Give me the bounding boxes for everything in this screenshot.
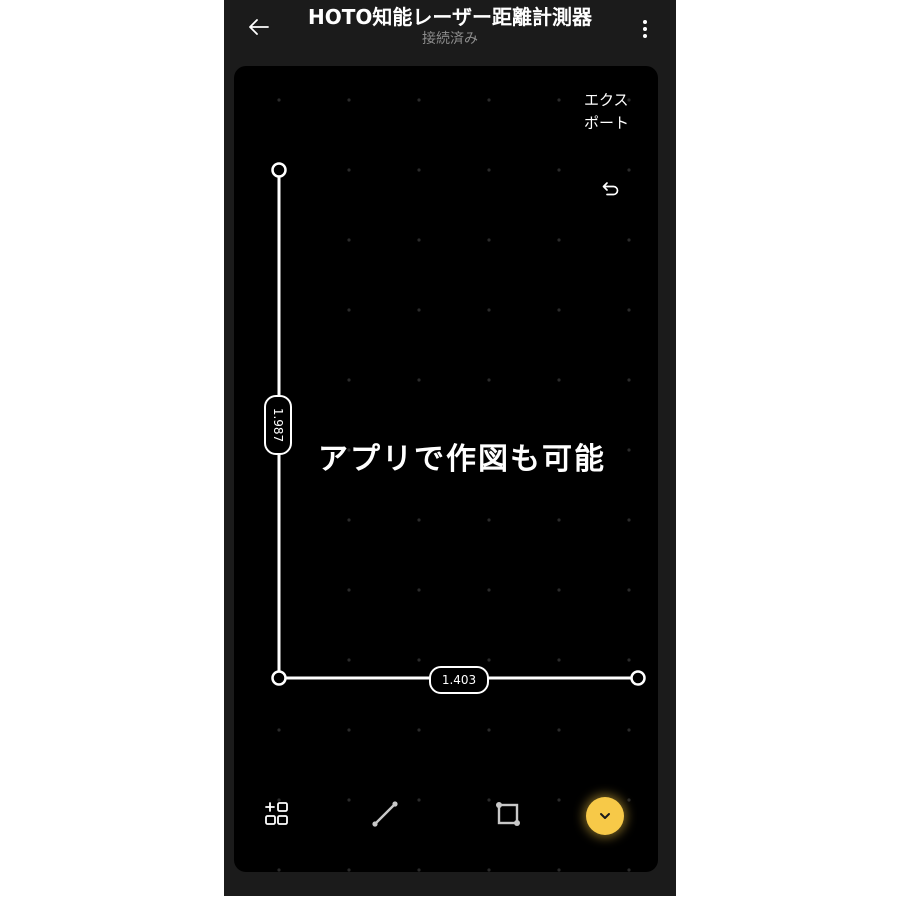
app-screen: HOTO知能レーザー距離計測器 接続済み エクス ポート 1.987 1.403… [224, 0, 676, 896]
connection-status: 接続済み [422, 31, 478, 47]
drawing-canvas[interactable]: エクス ポート 1.987 1.403 アプリで作図も可能 [234, 66, 658, 872]
horizontal-measurement-label[interactable]: 1.403 [429, 666, 489, 694]
vertical-measurement-value: 1.987 [271, 407, 285, 443]
rectangle-tool-button[interactable] [490, 796, 526, 832]
add-shape-button[interactable] [259, 796, 295, 832]
more-vertical-icon [643, 20, 647, 38]
collapse-toolbar-button[interactable] [586, 797, 624, 835]
vertical-measurement-label[interactable]: 1.987 [264, 395, 292, 455]
chevron-down-icon [600, 813, 610, 819]
add-shape-icon [265, 802, 288, 825]
endpoint-handle-top[interactable] [271, 162, 287, 178]
more-menu-button[interactable] [638, 14, 652, 44]
endpoint-handle-right[interactable] [630, 670, 646, 686]
line-tool-button[interactable] [367, 796, 403, 832]
arrow-left-icon [249, 19, 269, 35]
endpoint-handle-corner[interactable] [271, 670, 287, 686]
page-title: HOTO知能レーザー距離計測器 [308, 5, 592, 29]
line-tool-icon [372, 801, 398, 827]
export-button[interactable]: エクス ポート [584, 89, 644, 135]
undo-button[interactable] [598, 176, 624, 202]
header-title-group: HOTO知能レーザー距離計測器 接続済み [284, 4, 616, 48]
promo-overlay-text: アプリで作図も可能 [318, 442, 606, 477]
rectangle-tool-icon [496, 802, 520, 826]
app-header: HOTO知能レーザー距離計測器 接続済み [224, 0, 676, 62]
undo-icon [602, 182, 619, 196]
back-button[interactable] [244, 12, 274, 42]
